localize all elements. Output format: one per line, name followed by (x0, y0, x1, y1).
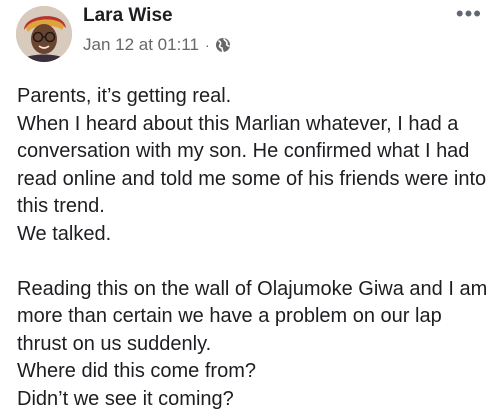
more-options-icon[interactable]: ••• (456, 3, 482, 25)
post-timestamp[interactable]: Jan 12 at 01:11 (83, 35, 199, 55)
author-name[interactable]: Lara Wise (83, 5, 173, 27)
post-header: Lara Wise Jan 12 at 01:11 · ••• (0, 0, 500, 66)
post-paragraph-2: Reading this on the wall of Olajumoke Gi… (17, 277, 488, 410)
post-paragraph-1: Parents, it’s getting real. When I heard… (17, 85, 487, 245)
post-meta: Jan 12 at 01:11 · (83, 35, 231, 55)
post-body: Parents, it’s getting real. When I heard… (17, 83, 491, 413)
globe-icon[interactable] (215, 37, 231, 53)
facebook-post: Lara Wise Jan 12 at 01:11 · ••• Parents,… (0, 0, 500, 418)
avatar-image (16, 6, 72, 62)
meta-separator: · (204, 37, 210, 53)
author-avatar[interactable] (16, 6, 72, 62)
